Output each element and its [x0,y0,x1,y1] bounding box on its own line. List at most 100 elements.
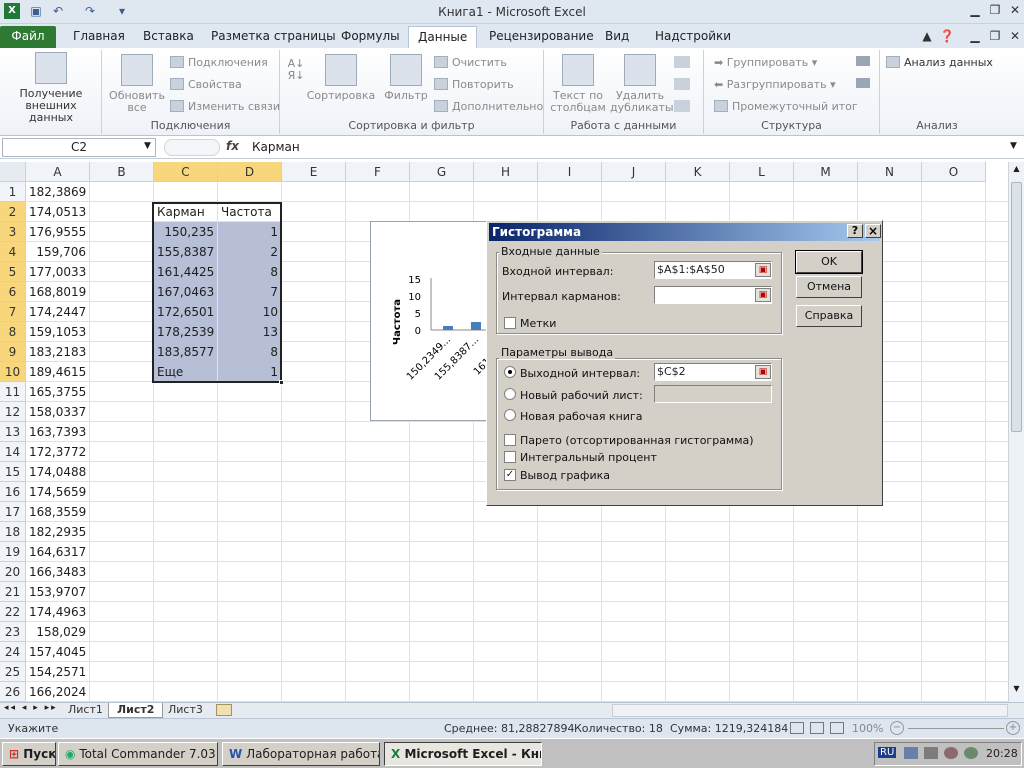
ungroup-button[interactable]: ⬅ Разгруппировать ▾ [714,78,836,91]
cell-a[interactable]: 157,4045 [26,642,89,662]
sort-az-button[interactable]: A↓ Я↓ [286,58,306,82]
text-to-columns-button[interactable]: Текст по столбцам [548,54,608,114]
advanced-button[interactable]: Дополнительно [434,100,543,113]
formula-input[interactable]: Карман [252,140,300,154]
row-header[interactable]: 16 [0,482,26,502]
row-header[interactable]: 7 [0,302,26,322]
minimize-button[interactable]: ▁ [966,2,984,18]
cell-a[interactable]: 189,4615 [26,362,89,382]
cell-a[interactable]: 165,3755 [26,382,89,402]
new-sheet-radio[interactable] [504,388,516,400]
column-header-k[interactable]: K [666,162,730,182]
cell-a[interactable]: 158,0337 [26,402,89,422]
tab-data[interactable]: Данные [408,26,478,48]
doc-restore-button[interactable]: ❐ [986,28,1004,44]
start-button[interactable]: ⊞ Пуск [2,742,56,766]
cell-a[interactable]: 182,2935 [26,522,89,542]
zoom-in-icon[interactable]: + [1006,721,1020,735]
row-header[interactable]: 21 [0,582,26,602]
restore-button[interactable]: ❐ [986,2,1004,18]
tab-home[interactable]: Главная [64,26,134,48]
column-header-g[interactable]: G [410,162,474,182]
cell-a[interactable]: 166,2024 [26,682,89,702]
labels-checkbox[interactable] [504,317,516,329]
scroll-thumb[interactable] [1011,182,1022,432]
column-header-n[interactable]: N [858,162,922,182]
save-icon[interactable]: ▣ [28,3,44,19]
cell-a[interactable]: 174,0488 [26,462,89,482]
row-header[interactable]: 15 [0,462,26,482]
tab-insert[interactable]: Вставка [134,26,203,48]
row-header[interactable]: 20 [0,562,26,582]
volume-icon[interactable] [924,747,938,759]
properties-button[interactable]: Свойства [170,78,242,91]
insert-sheet-icon[interactable] [216,704,232,716]
new-book-radio[interactable] [504,409,516,421]
antivirus-icon[interactable] [944,747,958,759]
undo-icon[interactable]: ↶ [50,3,66,19]
sheet-tab-1[interactable]: Лист1 [60,703,111,718]
row-header[interactable]: 18 [0,522,26,542]
row-header[interactable]: 12 [0,402,26,422]
dialog-help-button[interactable]: ? [847,224,863,238]
new-sheet-field[interactable] [654,385,772,403]
doc-close-button[interactable]: ✕ [1006,28,1024,44]
hide-detail-icon[interactable] [856,78,870,88]
customize-qat-icon[interactable]: ▾ [114,3,130,19]
cell-a[interactable]: 182,3869 [26,182,89,202]
column-header-d[interactable]: D [218,162,282,182]
what-if-icon[interactable] [674,100,690,112]
show-detail-icon[interactable] [856,56,870,66]
cell-a[interactable]: 174,2447 [26,302,89,322]
range-picker-icon[interactable]: ▣ [755,288,771,302]
network-icon[interactable] [904,747,918,759]
cell-a[interactable]: 164,6317 [26,542,89,562]
column-header-c[interactable]: C [154,162,218,182]
row-header[interactable]: 25 [0,662,26,682]
tab-formulas[interactable]: Формулы [332,26,409,48]
row-header[interactable]: 17 [0,502,26,522]
data-analysis-button[interactable]: Анализ данных [886,56,993,69]
doc-minimize-button[interactable]: ▁ [966,28,984,44]
clear-button[interactable]: Очистить [434,56,507,69]
remove-duplicates-button[interactable]: Удалить дубликаты [610,54,674,114]
expand-formula-icon[interactable]: ▼ [1010,141,1017,151]
dialog-close-button[interactable]: × [865,224,881,238]
output-range-radio[interactable] [504,366,516,378]
range-picker-icon[interactable]: ▣ [755,365,771,379]
language-indicator[interactable]: RU [878,747,897,758]
fill-handle[interactable] [279,380,284,385]
cell-a[interactable]: 174,0513 [26,202,89,222]
row-header[interactable]: 6 [0,282,26,302]
row-header[interactable]: 19 [0,542,26,562]
row-header[interactable]: 2 [0,202,26,222]
column-header-i[interactable]: I [538,162,602,182]
row-header[interactable]: 3 [0,222,26,242]
histogram-chart[interactable]: Частота 15 10 5 0 150,2349... 155,8387..… [370,221,493,421]
help-button[interactable]: Справка [796,305,862,327]
cell-a[interactable]: 163,7393 [26,422,89,442]
tab-review[interactable]: Рецензирование [480,26,603,48]
row-header[interactable]: 11 [0,382,26,402]
row-header[interactable]: 13 [0,422,26,442]
row-header[interactable]: 26 [0,682,26,702]
update-icon[interactable] [964,747,978,759]
cell-a[interactable]: 177,0033 [26,262,89,282]
cell-a[interactable]: 168,3559 [26,502,89,522]
horizontal-scrollbar[interactable] [612,704,1008,717]
tab-addins[interactable]: Надстройки [646,26,740,48]
column-header-j[interactable]: J [602,162,666,182]
ribbon-collapse-icon[interactable]: ▲ [918,28,936,44]
zoom-slider[interactable] [908,728,1004,729]
cell-a[interactable]: 174,4963 [26,602,89,622]
column-header-e[interactable]: E [282,162,346,182]
sheet-tab-2[interactable]: Лист2 [108,703,164,718]
data-validation-icon[interactable] [674,56,690,68]
edit-links-button[interactable]: Изменить связи [170,100,280,113]
sheet-nav-icon[interactable]: ◂◂ ◂ ▸ ▸▸ [4,703,58,713]
normal-view-icon[interactable] [790,722,804,734]
cancel-button[interactable]: Отмена [796,276,862,298]
column-header-o[interactable]: O [922,162,986,182]
range-picker-icon[interactable]: ▣ [755,263,771,277]
page-layout-icon[interactable] [810,722,824,734]
